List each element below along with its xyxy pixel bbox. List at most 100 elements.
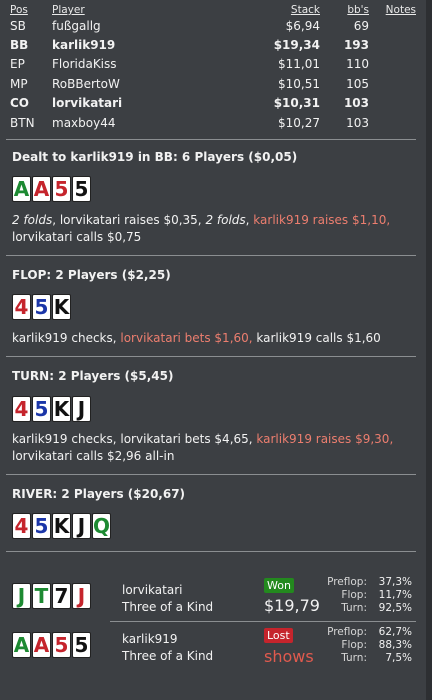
equity-stats: Preflop: 62,7% Flop: 88,3% Turn: 7,5% [327, 626, 414, 665]
card: T [32, 583, 51, 609]
card: K [52, 396, 71, 422]
stat-value: 88,3% [378, 639, 412, 651]
stat-value: 62,7% [378, 626, 412, 638]
player-position: SB [10, 19, 26, 33]
divider [6, 139, 416, 140]
turn-cards: 4 5 K J [12, 396, 91, 422]
divider [110, 621, 416, 622]
player-name: RoBBertoW [52, 77, 120, 91]
card: Q [92, 513, 111, 539]
stat-label: Turn: [341, 602, 367, 614]
stat-label: Flop: [341, 589, 367, 601]
result-hand-rank: Three of a Kind [122, 649, 214, 663]
hero-action-text: karlik919 raises $1,10, [253, 213, 391, 227]
divider [6, 474, 416, 475]
player-bbs: 69 [353, 19, 369, 33]
player-position: BB [10, 38, 29, 52]
card: A [32, 632, 51, 658]
card: 4 [12, 396, 31, 422]
card: 4 [12, 294, 31, 320]
player-row[interactable]: MP RoBBertoW $10,51 105 [0, 77, 426, 95]
player-name: karlik919 [52, 38, 116, 52]
player-stack: $11,01 [278, 57, 320, 71]
player-row[interactable]: EP FloridaKiss $11,01 110 [0, 57, 426, 75]
player-position: BTN [10, 116, 35, 130]
won-badge: Won [264, 578, 294, 593]
turn-title: TURN: 2 Players ($5,45) [12, 369, 174, 383]
card: J [72, 396, 91, 422]
action-text: karlik919 checks, lorvikatari bets $4,65… [12, 432, 257, 446]
action-text: , lorvikatari raises $0,35, [52, 213, 206, 227]
card: A [32, 176, 51, 202]
divider [6, 356, 416, 357]
card: 4 [12, 513, 31, 539]
card: K [52, 294, 71, 320]
shown-cards: J T 7 J [12, 583, 91, 609]
card: 7 [52, 583, 71, 609]
card: K [52, 513, 71, 539]
player-row[interactable]: BB karlik919 $19,34 193 [0, 38, 426, 56]
player-position: EP [10, 57, 25, 71]
result-hand-rank: Three of a Kind [122, 600, 214, 614]
result-player-name: karlik919 [122, 632, 178, 646]
stat-value: 37,3% [378, 576, 412, 588]
card: J [12, 583, 31, 609]
stat-label: Turn: [341, 652, 367, 664]
preflop-title: Dealt to karlik919 in BB: 6 Players ($0,… [12, 150, 298, 164]
player-bbs: 105 [346, 77, 369, 91]
equity-stats: Preflop: 37,3% Flop: 11,7% Turn: 92,5% [327, 576, 414, 615]
player-position: CO [10, 96, 30, 110]
scrollbar[interactable] [426, 0, 432, 700]
hero-action-text: lorvikatari bets $1,60, [120, 331, 253, 345]
player-position: MP [10, 77, 28, 91]
flop-action: karlik919 checks, lorvikatari bets $1,60… [12, 330, 417, 347]
folds-text: 2 folds [205, 213, 246, 227]
stat-label: Flop: [341, 639, 367, 651]
player-name: fußgallg [52, 19, 101, 33]
column-header-stack[interactable]: Stack [291, 4, 320, 16]
shown-cards: A A 5 5 [12, 632, 91, 658]
player-stack: $10,51 [278, 77, 320, 91]
action-text: lorvikatari calls $2,96 all-in [12, 449, 175, 463]
card: 5 [52, 176, 71, 202]
column-header-pos[interactable]: Pos [10, 4, 28, 16]
preflop-action: 2 folds, lorvikatari raises $0,35, 2 fol… [12, 212, 417, 246]
action-text: karlik919 checks, [12, 331, 121, 345]
player-name: lorvikatari [52, 96, 123, 110]
player-bbs: 103 [346, 116, 369, 130]
divider [6, 551, 416, 552]
player-row[interactable]: SB fußgallg $6,94 69 [0, 19, 426, 37]
player-table-header: Pos Player Stack bb's Notes [0, 4, 426, 17]
river-title: RIVER: 2 Players ($20,67) [12, 487, 186, 501]
stat-label: Preflop: [327, 626, 367, 638]
player-bbs: 103 [343, 96, 369, 110]
player-name: maxboy44 [52, 116, 116, 130]
folds-text: 2 folds [12, 213, 53, 227]
card: 5 [52, 632, 71, 658]
card: J [72, 583, 91, 609]
card: A [12, 632, 31, 658]
card: 5 [72, 632, 91, 658]
flop-title: FLOP: 2 Players ($2,25) [12, 268, 171, 282]
column-header-bbs[interactable]: bb's [347, 4, 369, 16]
flop-cards: 4 5 K [12, 294, 71, 320]
column-header-notes[interactable]: Notes [386, 4, 416, 16]
divider [6, 255, 416, 256]
player-bbs: 110 [346, 57, 369, 71]
player-stack: $10,31 [273, 96, 320, 110]
hole-cards: A A 5 5 [12, 176, 91, 202]
player-stack: $10,27 [278, 116, 320, 130]
stat-value: 11,7% [378, 589, 412, 601]
card: 5 [32, 294, 51, 320]
river-cards: 4 5 K J Q [12, 513, 111, 539]
column-header-player[interactable]: Player [52, 4, 85, 16]
card: A [12, 176, 31, 202]
won-amount: $19,79 [264, 596, 320, 615]
lost-badge: Lost [264, 628, 293, 643]
player-row[interactable]: BTN maxboy44 $10,27 103 [0, 116, 426, 134]
player-stack: $6,94 [285, 19, 320, 33]
player-stack: $19,34 [273, 38, 320, 52]
card: 5 [72, 176, 91, 202]
player-row[interactable]: CO lorvikatari $10,31 103 [0, 96, 426, 114]
action-text: lorvikatari calls $0,75 [12, 230, 142, 244]
